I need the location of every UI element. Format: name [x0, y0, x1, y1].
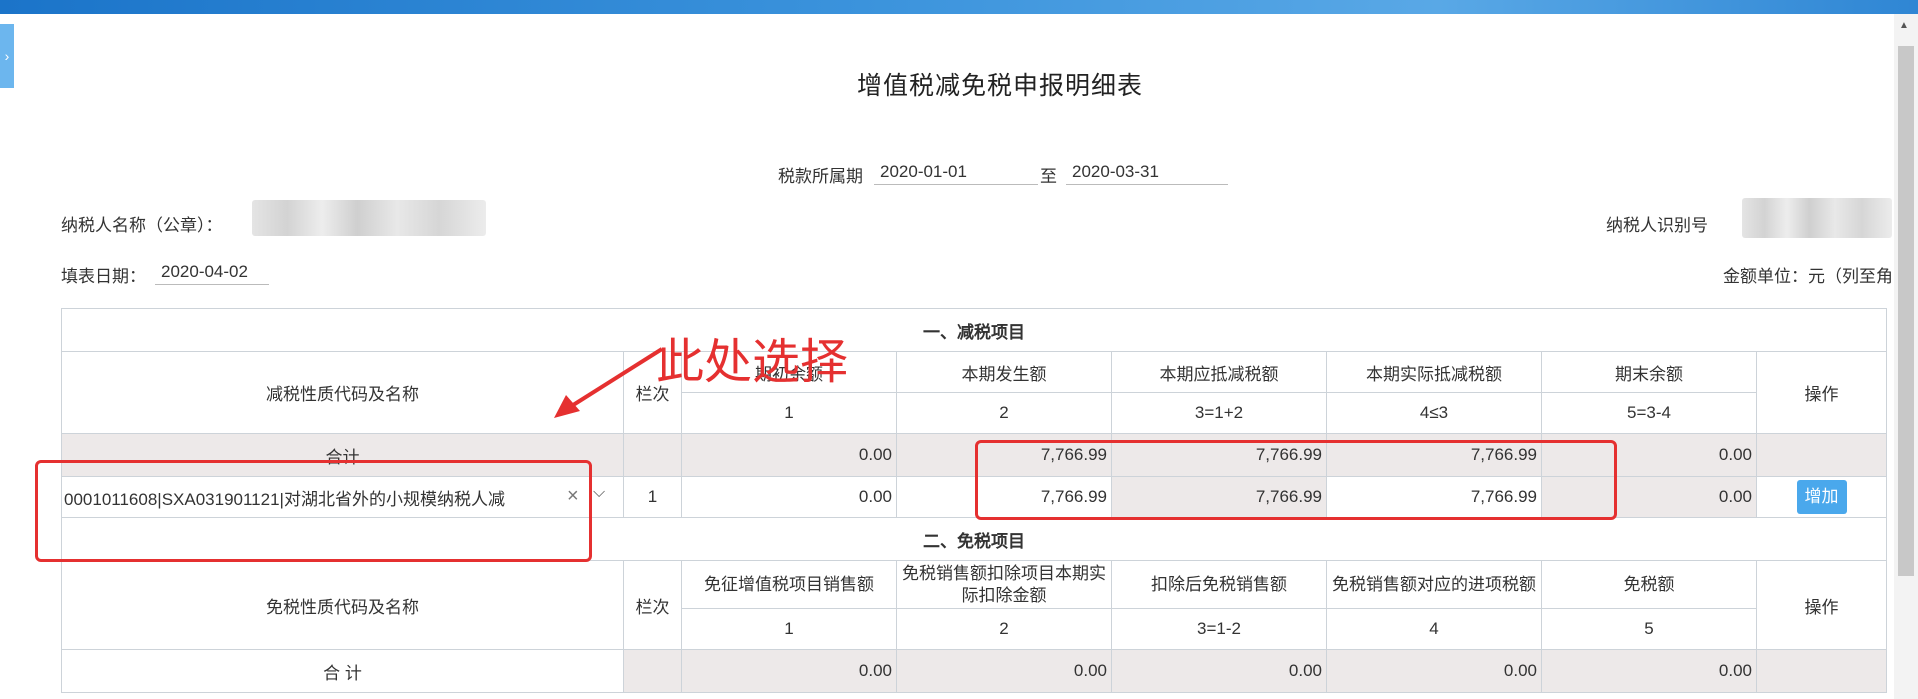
annotation-box-amounts — [975, 440, 1617, 520]
add-button[interactable]: 增加 — [1796, 480, 1847, 514]
taxpayer-name-label: 纳税人名称（公章）： — [61, 216, 223, 235]
period-start-input[interactable]: 2020-01-01 — [874, 160, 1038, 185]
exemption-total-input: 0.00 — [1326, 649, 1542, 693]
reduction-total-op — [1756, 433, 1887, 477]
scrollbar-thumb[interactable] — [1898, 46, 1914, 576]
reduction-total-begin: 0.00 — [681, 433, 897, 477]
exemption-col-input: 免税销售额对应的进项税额 — [1326, 560, 1542, 609]
exemption-total-amount: 0.00 — [1541, 649, 1757, 693]
exemption-col-op: 操作 — [1756, 560, 1887, 650]
annotation-arrow-icon — [554, 347, 664, 418]
reduction-section-title: 一、减税项目 — [61, 308, 1887, 352]
reduction-idx-current: 2 — [896, 392, 1112, 434]
exemption-col-deduct: 免税销售额扣除项目本期实际扣除金额 — [896, 560, 1112, 609]
fill-date-label: 填表日期： — [61, 267, 146, 286]
exemption-idx-amount: 5 — [1541, 608, 1757, 650]
exemption-idx-input: 4 — [1326, 608, 1542, 650]
reduction-idx-actual: 4≤3 — [1326, 392, 1542, 434]
reduction-col-current: 本期发生额 — [896, 351, 1112, 393]
reduction-col-op: 操作 — [1756, 351, 1887, 434]
exemption-total-after: 0.00 — [1111, 649, 1327, 693]
exemption-col-row: 栏次 — [623, 560, 682, 650]
exemption-total-op — [1756, 649, 1887, 693]
unit-label: 金额单位：元（列至角 — [1723, 267, 1893, 286]
exemption-total-row — [623, 649, 682, 693]
period-to-label: 至 — [1040, 167, 1057, 186]
period-label: 税款所属期 — [778, 167, 863, 186]
fill-date-input[interactable]: 2020-04-02 — [155, 260, 269, 285]
top-banner — [0, 0, 1918, 14]
exemption-col-after: 扣除后免税销售额 — [1111, 560, 1327, 609]
exemption-total-label: 合 计 — [61, 649, 624, 693]
exemption-total-deduct: 0.00 — [896, 649, 1112, 693]
reduction-idx-deductible: 3=1+2 — [1111, 392, 1327, 434]
exemption-idx-deduct: 2 — [896, 608, 1112, 650]
reduction-row-num: 1 — [623, 476, 682, 518]
reduction-idx-begin: 1 — [681, 392, 897, 434]
exemption-idx-sales: 1 — [681, 608, 897, 650]
exemption-idx-after: 3=1-2 — [1111, 608, 1327, 650]
chevron-down-icon[interactable]: ⌵ — [593, 484, 605, 502]
reduction-idx-end: 5=3-4 — [1541, 392, 1757, 434]
period-end-input[interactable]: 2020-03-31 — [1066, 160, 1228, 185]
annotation-text: 此处选择 — [656, 334, 849, 390]
reduction-total-row — [623, 433, 682, 477]
reduction-row-begin-input[interactable]: 0.00 — [681, 476, 897, 518]
page-title: 增值税减免税申报明细表 — [856, 72, 1143, 100]
exemption-col-name: 免税性质代码及名称 — [61, 560, 624, 650]
reduction-col-deductible: 本期应抵减税额 — [1111, 351, 1327, 393]
taxpayer-id-redacted — [1742, 198, 1892, 238]
reduction-row-op: 增加 — [1756, 476, 1887, 518]
scroll-up-icon[interactable]: ▲ — [1899, 20, 1909, 31]
exemption-total-sales: 0.00 — [681, 649, 897, 693]
exemption-col-sales: 免征增值税项目销售额 — [681, 560, 897, 609]
reduction-col-end: 期末余额 — [1541, 351, 1757, 393]
taxpayer-id-label: 纳税人识别号 — [1606, 216, 1708, 235]
reduction-col-actual: 本期实际抵减税额 — [1326, 351, 1542, 393]
exemption-col-amount: 免税额 — [1541, 560, 1757, 609]
annotation-box-select — [35, 460, 592, 562]
taxpayer-name-redacted — [252, 200, 486, 236]
